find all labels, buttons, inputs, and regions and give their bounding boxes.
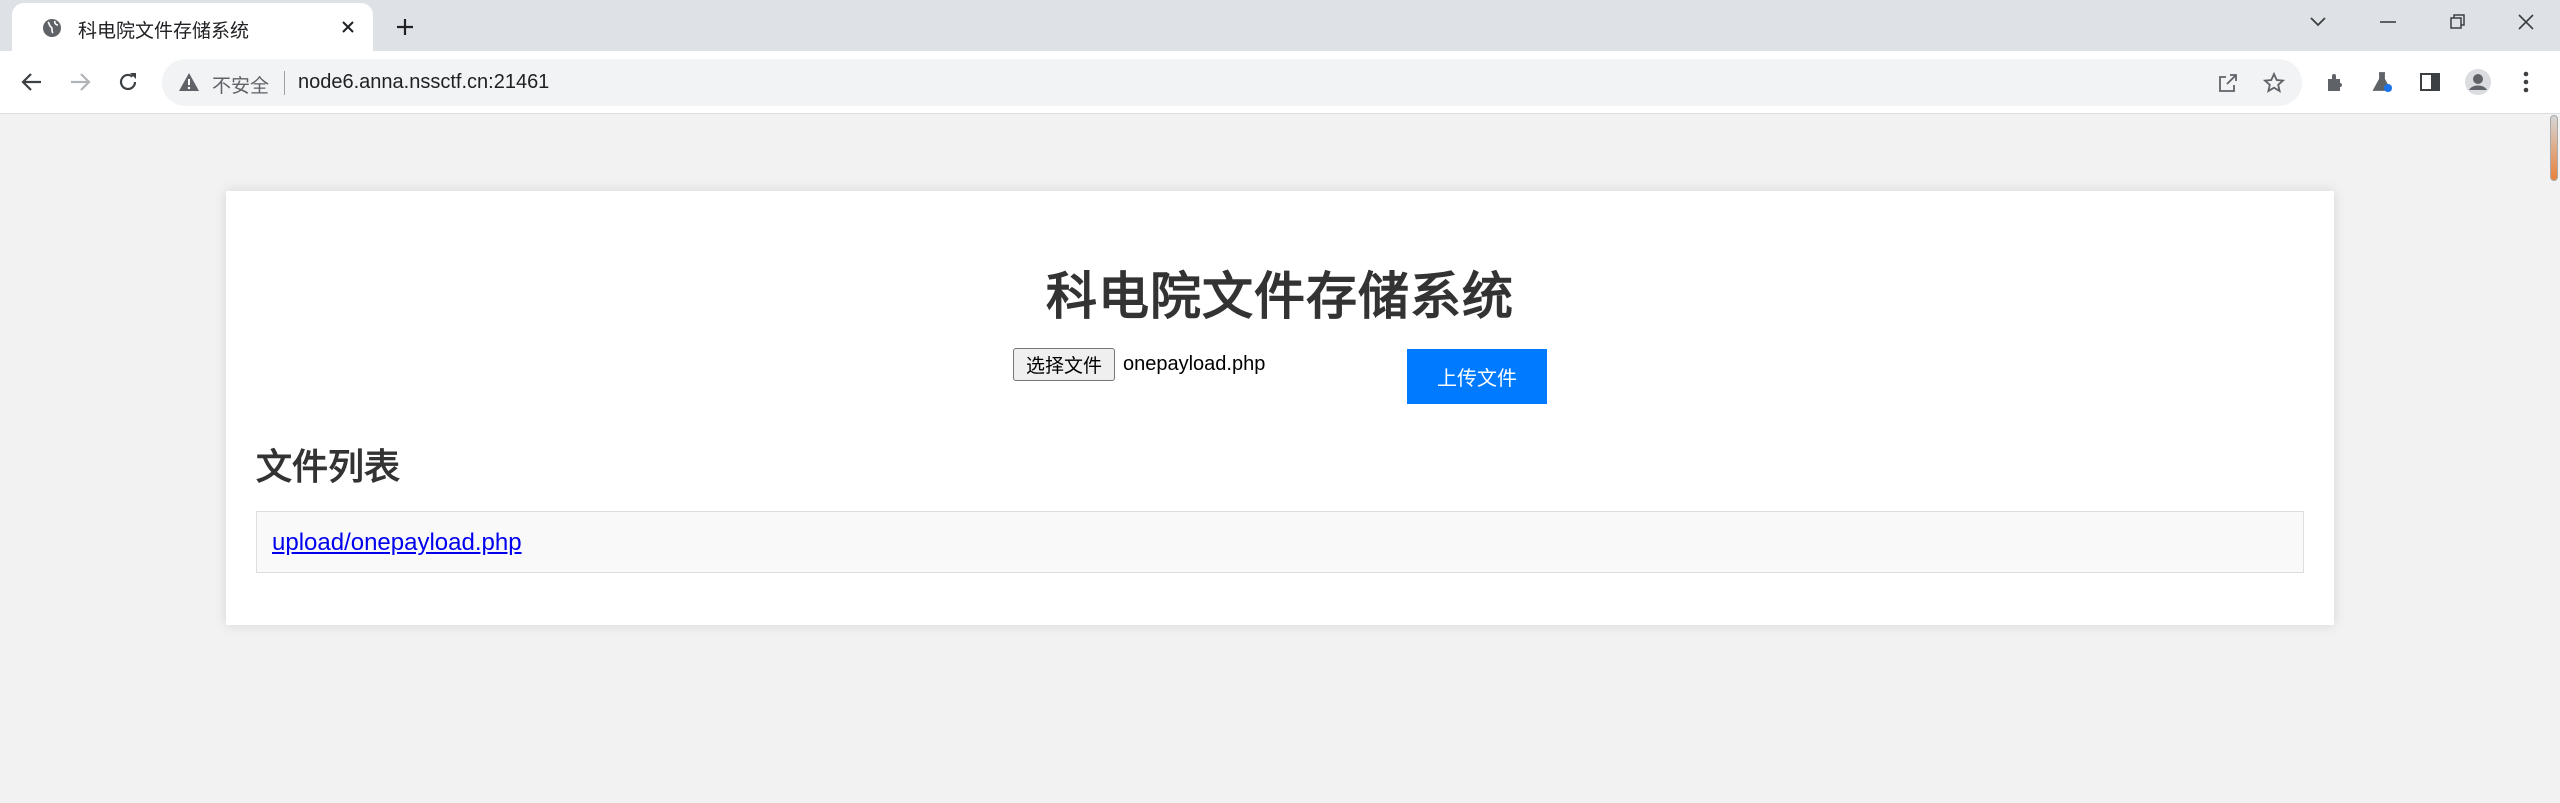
share-icon[interactable] [2214,69,2242,97]
file-link[interactable]: upload/onepayload.php [272,529,522,557]
selected-file-name: onepayload.php [1123,353,1266,375]
browser-toolbar: 不安全 node6.anna.nssctf.cn:21461 [0,51,2560,114]
list-item: upload/onepayload.php [256,511,2304,573]
star-icon[interactable] [2260,69,2288,97]
reload-icon[interactable] [110,64,146,100]
extensions-icon[interactable] [2318,64,2354,100]
close-icon[interactable] [336,15,360,39]
browser-tab-active[interactable]: 科电院文件存储系统 [12,3,373,51]
choose-file-button[interactable]: 选择文件 [1013,348,1116,381]
chevron-down-icon[interactable] [2296,8,2340,36]
warning-triangle-icon[interactable] [178,72,200,92]
back-arrow-icon[interactable] [14,64,50,100]
globe-icon [42,18,62,38]
file-list-heading: 文件列表 [256,446,401,487]
tab-title: 科电院文件存储系统 [78,21,250,42]
address-bar[interactable]: 不安全 node6.anna.nssctf.cn:21461 [162,59,2302,106]
restore-icon[interactable] [2436,8,2480,36]
more-vert-icon[interactable] [2508,64,2544,100]
plus-icon[interactable] [390,12,420,42]
minimize-icon[interactable] [2366,8,2410,36]
scrollbar-thumb[interactable] [2550,115,2558,181]
upload-button[interactable]: 上传文件 [1407,349,1547,404]
side-panel-icon[interactable] [2412,64,2448,100]
upload-container: 科电院文件存储系统 选择文件 onepayload.php 上传文件 文件列表 … [226,191,2334,625]
page-viewport: 科电院文件存储系统 选择文件 onepayload.php 上传文件 文件列表 … [0,115,2548,803]
forward-arrow-icon[interactable] [62,64,98,100]
labs-flask-icon[interactable] [2364,64,2400,100]
divider [284,71,285,95]
security-label[interactable]: 不安全 [212,71,269,98]
scrollbar[interactable] [2548,115,2560,803]
close-icon[interactable] [2504,8,2548,36]
url-text[interactable]: node6.anna.nssctf.cn:21461 [298,71,549,94]
profile-avatar-icon[interactable] [2460,64,2496,100]
tab-strip: 科电院文件存储系统 [0,0,2560,51]
page-title: 科电院文件存储系统 [1045,268,1514,325]
